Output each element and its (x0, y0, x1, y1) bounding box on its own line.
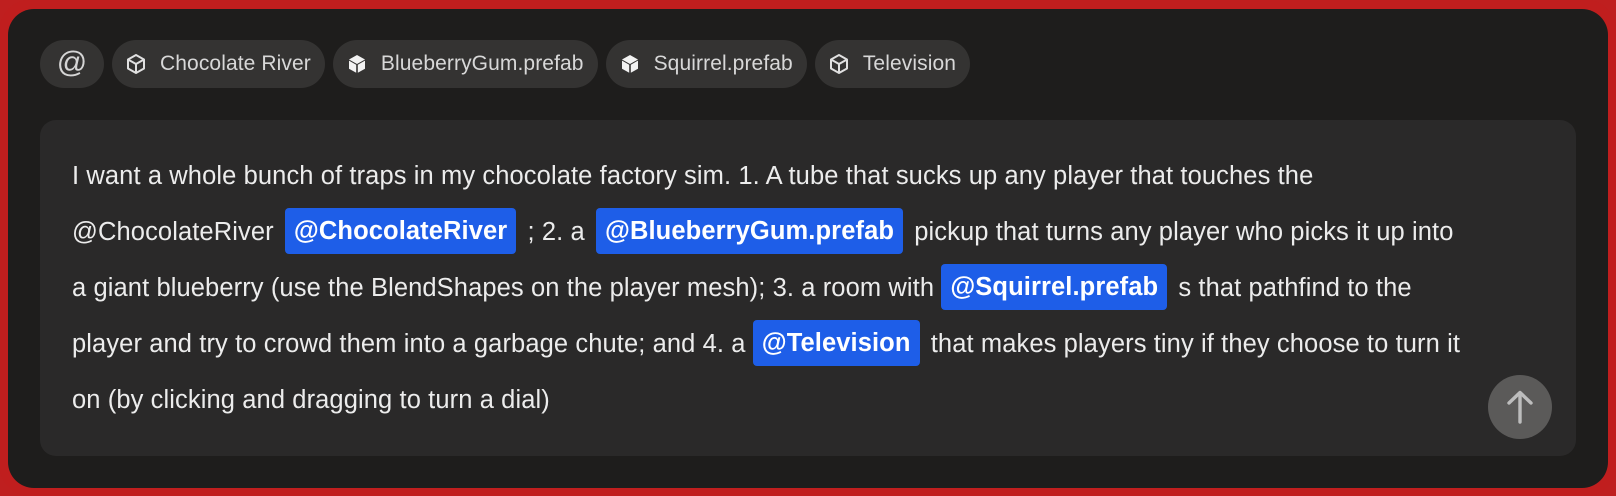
prompt-text-segment: ; 2. a (520, 218, 593, 246)
context-chip-bar: @ Chocolate River BlueberryGum.prefab Sq… (40, 40, 971, 88)
cube-filled-icon (618, 52, 642, 76)
send-button[interactable] (1488, 375, 1552, 439)
cube-outline-icon (124, 52, 148, 76)
context-chip-label: BlueberryGum.prefab (380, 52, 584, 75)
context-chip-label: Squirrel.prefab (653, 52, 793, 75)
mention-blueberrygum-prefab[interactable]: @BlueberryGum.prefab (596, 208, 904, 254)
cube-filled-icon (345, 52, 369, 76)
context-chip-television[interactable]: Television (814, 40, 971, 88)
add-context-button[interactable]: @ (40, 40, 104, 88)
context-chip-label: Chocolate River (160, 52, 311, 75)
prompt-input[interactable]: I want a whole bunch of traps in my choc… (40, 120, 1576, 456)
mention-chocolate-river[interactable]: @ChocolateRiver (284, 208, 517, 254)
at-sign-icon: @ (56, 46, 88, 79)
context-chip-blueberrygum-prefab[interactable]: BlueberryGum.prefab (332, 40, 598, 88)
context-chip-squirrel-prefab[interactable]: Squirrel.prefab (605, 40, 807, 88)
mention-television[interactable]: @Television (752, 320, 920, 366)
mention-squirrel-prefab[interactable]: @Squirrel.prefab (941, 264, 1168, 310)
context-chip-chocolate-river[interactable]: Chocolate River (112, 40, 325, 88)
prompt-text[interactable]: I want a whole bunch of traps in my choc… (72, 148, 1472, 428)
cube-outline-icon (827, 52, 851, 76)
arrow-up-icon (1504, 389, 1536, 425)
app-frame: @ Chocolate River BlueberryGum.prefab Sq… (0, 0, 1616, 496)
context-chip-label: Television (862, 52, 957, 75)
chat-input-panel: @ Chocolate River BlueberryGum.prefab Sq… (8, 9, 1608, 488)
